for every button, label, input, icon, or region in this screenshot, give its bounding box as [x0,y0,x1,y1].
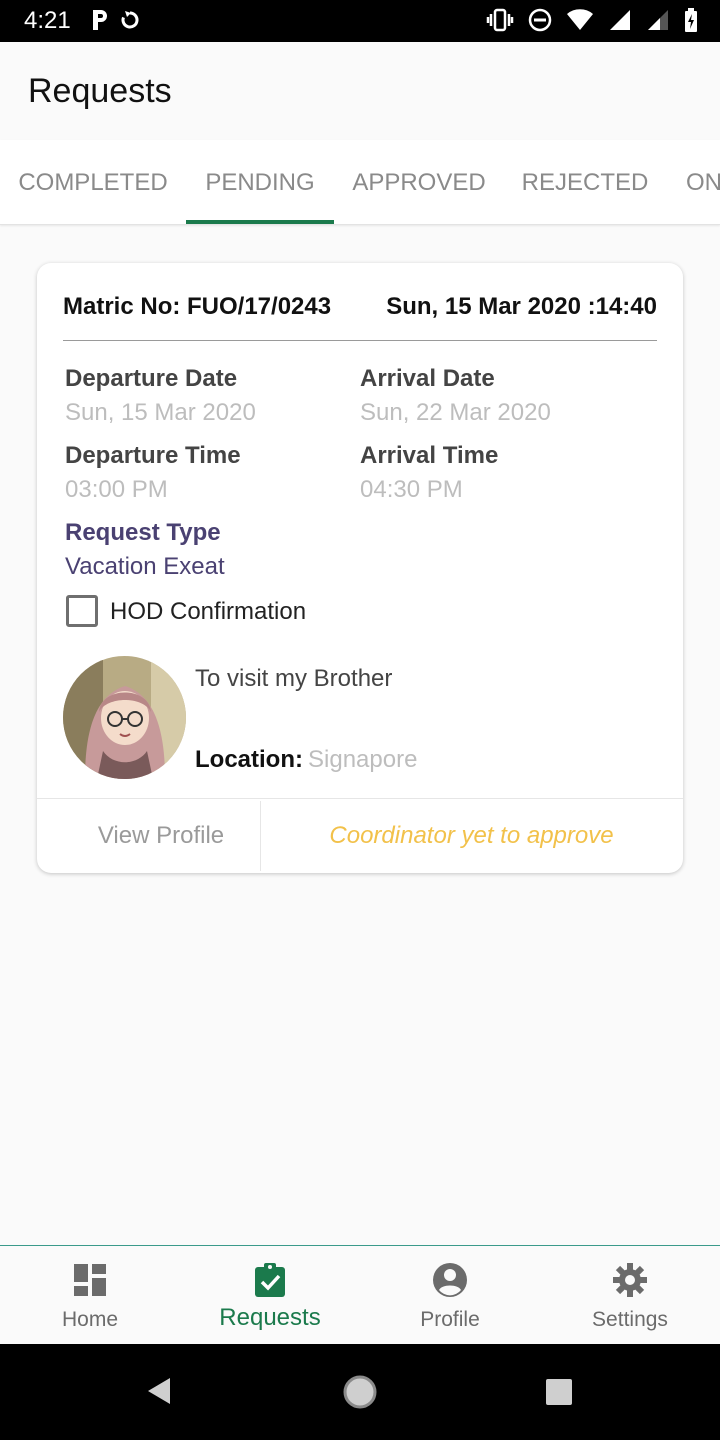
departure-date-value: Sun, 15 Mar 2020 [65,399,256,426]
signal-icon [608,8,632,32]
recent-apps-icon[interactable] [545,1378,573,1406]
avatar[interactable] [63,656,186,779]
nav-requests[interactable]: Requests [180,1246,360,1344]
arrival-time-value: 04:30 PM [360,476,463,503]
account-circle-icon [433,1263,467,1297]
vibrate-icon [486,8,514,32]
status-left-icons [90,8,140,32]
request-card: Matric No: FUO/17/0243 Sun, 15 Mar 2020 … [37,263,683,873]
back-icon[interactable] [146,1376,172,1406]
nav-profile[interactable]: Profile [360,1246,540,1344]
arrival-date-label: Arrival Date [360,365,495,392]
page-title: Requests [28,72,172,110]
signal-2-icon [646,8,670,32]
nav-settings[interactable]: Settings [540,1246,720,1344]
dashboard-icon [74,1264,106,1296]
card-divider [63,340,657,341]
nav-profile-label: Profile [420,1308,480,1331]
sync-icon [120,8,140,32]
departure-time-label: Departure Time [65,442,241,469]
request-tabs: COMPLETED PENDING APPROVED REJECTED ON [0,140,720,225]
app-bar: Requests [0,42,720,140]
view-profile-button[interactable]: View Profile [37,799,285,874]
card-footer: View Profile Coordinator yet to approve [37,798,683,873]
location-label: Location: [195,746,303,773]
nav-requests-label: Requests [219,1304,321,1331]
home-circle-icon[interactable] [342,1374,378,1410]
clipboard-check-icon [255,1263,285,1297]
tab-on[interactable]: ON [686,140,720,224]
status-bar: 4:21 [0,0,720,42]
request-reason: To visit my Brother [195,665,393,692]
nav-settings-label: Settings [592,1308,668,1331]
request-datetime: Sun, 15 Mar 2020 :14:40 [386,293,657,320]
matric-number: Matric No: FUO/17/0243 [63,293,332,320]
tab-completed[interactable]: COMPLETED [0,140,186,224]
departure-date-label: Departure Date [65,365,238,392]
parking-icon [90,8,110,32]
wifi-icon [566,8,594,32]
arrival-time-label: Arrival Time [360,442,499,469]
nav-home-label: Home [61,1308,119,1331]
nav-home[interactable]: Home [0,1246,180,1344]
tab-pending[interactable]: PENDING [186,140,334,224]
request-type-label: Request Type [65,519,221,546]
status-time: 4:21 [24,7,71,34]
approval-status: Coordinator yet to approve [329,822,614,849]
request-type-value: Vacation Exeat [65,553,225,580]
location-value: Signapore [308,746,418,773]
status-right-icons [486,8,698,32]
battery-charging-icon [684,8,698,32]
do-not-disturb-icon [528,8,552,32]
arrival-date-value: Sun, 22 Mar 2020 [360,399,551,426]
departure-time-value: 03:00 PM [65,476,168,503]
hod-confirmation-checkbox[interactable] [66,595,98,627]
tab-rejected[interactable]: REJECTED [504,140,666,224]
gear-icon [613,1263,647,1297]
hod-confirmation-label: HOD Confirmation [110,598,307,625]
system-navigation-bar [0,1344,720,1440]
tab-approved[interactable]: APPROVED [334,140,504,224]
bottom-navigation: Home Requests Profile Settings [0,1245,720,1344]
